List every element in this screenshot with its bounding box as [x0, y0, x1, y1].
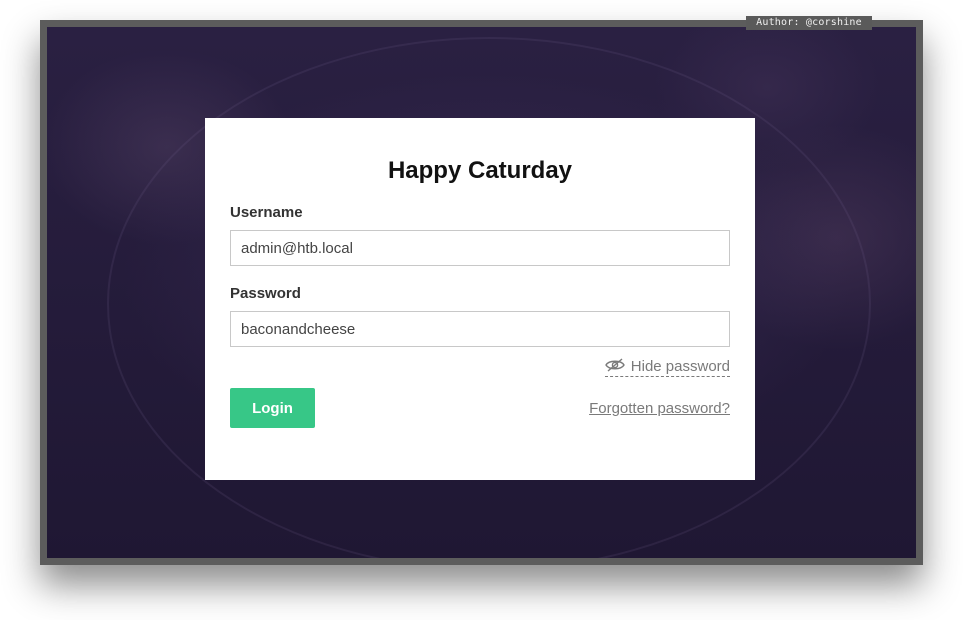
author-tag: Author: @corshine	[746, 16, 872, 30]
form-actions: Login Forgotten password?	[230, 388, 730, 428]
screenshot-window: Happy Caturday Username Password Hide pa…	[40, 20, 923, 565]
username-label: Username	[230, 204, 303, 221]
password-label: Password	[230, 285, 301, 302]
login-card: Happy Caturday Username Password Hide pa…	[205, 118, 755, 480]
login-button[interactable]: Login	[230, 388, 315, 428]
username-input[interactable]	[230, 230, 730, 266]
password-input[interactable]	[230, 311, 730, 347]
hide-password-label: Hide password	[630, 358, 730, 375]
page-title: Happy Caturday	[387, 157, 573, 184]
forgotten-password-link[interactable]: Forgotten password?	[589, 400, 730, 417]
hide-password-toggle[interactable]: Hide password	[604, 358, 730, 377]
hide-password-row: Hide password	[230, 357, 730, 377]
eye-slash-icon	[604, 358, 625, 376]
